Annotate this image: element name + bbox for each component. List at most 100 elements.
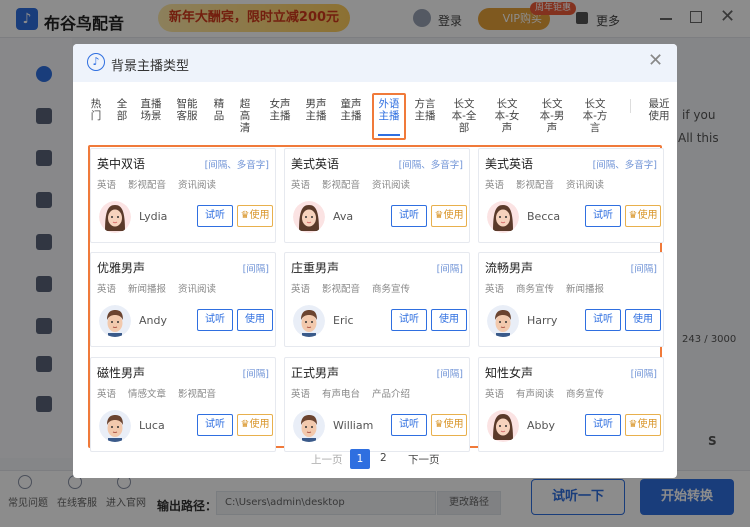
voice-tag: 新闻播报 [566,284,605,295]
use-voice-button[interactable]: 使用 [431,309,467,331]
tab-15[interactable]: 最近使用 [645,98,673,122]
tab-1[interactable]: 全部 [112,98,132,122]
use-voice-button[interactable]: ♛使用 [625,205,661,227]
tab-0[interactable]: 热门 [86,98,106,122]
tab-3[interactable]: 智能客服 [173,98,201,122]
preview-button[interactable]: 试听 [585,414,621,436]
tab-separator [630,99,631,113]
voice-tag: 商务宣传 [372,284,411,295]
voice-style-title: 磁性男声 [97,366,146,380]
tab-13[interactable]: 长文本-男声 [535,98,569,134]
tab-8[interactable]: 童声主播 [337,98,365,122]
voice-tags: 英语 影视配音 资讯阅读 [97,177,228,191]
preview-button[interactable]: 试听 [197,309,233,331]
page-1-button[interactable]: 1 [350,449,370,469]
voice-avatar [99,305,131,337]
voice-card[interactable]: 流畅男声 [间隔] 英语 商务宣传 新闻播报 Harry 试听 使用 [478,252,664,347]
voice-card[interactable]: 美式英语 [间隔、多音字] 英语 影视配音 资讯阅读 Becca 试听 ♛使用 [478,148,664,243]
voice-style-title: 庄重男声 [291,261,340,275]
tab-12[interactable]: 长文本-女声 [490,98,524,134]
voice-tag: 产品介绍 [372,389,411,400]
prev-page-button[interactable]: 上一页 [311,452,343,467]
voice-tag: 英语 [291,180,311,191]
voice-style-title: 优雅男声 [97,261,146,275]
use-voice-button[interactable]: ♛使用 [431,414,467,436]
voice-style-title: 美式英语 [485,157,534,171]
tab-5[interactable]: 超高清 [235,98,255,134]
use-voice-button[interactable]: ♛使用 [625,414,661,436]
voice-style-title: 英中双语 [97,157,146,171]
voice-tag: 影视配音 [322,284,361,295]
voice-tags: 英语 情感文章 影视配音 [97,386,228,400]
tab-11[interactable]: 长文本-全部 [447,98,481,134]
voice-tag: 英语 [97,180,117,191]
voice-name: Abby [527,419,555,432]
voice-tag: 有声电台 [322,389,361,400]
voice-tags: 英语 新闻播报 资讯阅读 [97,281,228,295]
voice-features: [间隔、多音字] [204,160,269,171]
voice-card[interactable]: 知性女声 [间隔] 英语 有声阅读 商务宣传 Abby 试听 ♛使用 [478,357,664,452]
use-voice-button[interactable]: 使用 [625,309,661,331]
use-voice-button[interactable]: ♛使用 [431,205,467,227]
tab-6[interactable]: 女声主播 [266,98,294,122]
voice-name: William [333,419,374,432]
voice-name: Andy [139,314,167,327]
voice-card[interactable]: 美式英语 [间隔、多音字] 英语 影视配音 资讯阅读 Ava 试听 ♛使用 [284,148,470,243]
voice-features: [间隔、多音字] [592,160,657,171]
voice-card[interactable]: 正式男声 [间隔] 英语 有声电台 产品介绍 William 试听 ♛使用 [284,357,470,452]
voice-style-title: 美式英语 [291,157,340,171]
voice-features: [间隔] [242,264,269,275]
use-voice-button[interactable]: ♛使用 [237,205,273,227]
preview-button[interactable]: 试听 [391,205,427,227]
voice-tags: 英语 影视配音 商务宣传 [291,281,422,295]
voice-tag: 英语 [291,389,311,400]
voice-features: [间隔] [630,264,657,275]
voice-avatar [487,410,519,442]
voice-card[interactable]: 优雅男声 [间隔] 英语 新闻播报 资讯阅读 Andy 试听 使用 [90,252,276,347]
voice-features: [间隔] [436,264,463,275]
voice-type-dialog: ♪ 背景主播类型 ✕ 热门 全部 直播场景 智能客服 精品 超高清 女声主播 男声主播 童声主播… [73,44,677,478]
voice-tag: 商务宣传 [516,284,555,295]
voice-card[interactable]: 英中双语 [间隔、多音字] 英语 影视配音 资讯阅读 Lydia 试听 ♛使用 [90,148,276,243]
voice-tags: 英语 影视配音 资讯阅读 [485,177,616,191]
voice-avatar [99,201,131,233]
voice-tag: 英语 [291,284,311,295]
voice-tags: 英语 有声阅读 商务宣传 [485,386,616,400]
voice-style-title: 流畅男声 [485,261,534,275]
voice-name: Luca [139,419,165,432]
tab-14[interactable]: 长文本-方言 [578,98,612,134]
voice-style-title: 知性女声 [485,366,534,380]
page-2-button[interactable]: 2 [380,452,387,464]
close-icon[interactable]: ✕ [648,50,663,71]
voice-tag: 资讯阅读 [178,284,217,295]
next-page-button[interactable]: 下一页 [408,452,440,467]
use-voice-button[interactable]: ♛使用 [237,414,273,436]
preview-button[interactable]: 试听 [391,309,427,331]
voice-tag: 影视配音 [128,180,167,191]
preview-button[interactable]: 试听 [197,414,233,436]
preview-button[interactable]: 试听 [585,309,621,331]
voice-tag: 资讯阅读 [372,180,411,191]
preview-button[interactable]: 试听 [391,414,427,436]
voice-tag: 英语 [485,180,505,191]
tab-4[interactable]: 精品 [209,98,229,122]
use-voice-button[interactable]: 使用 [237,309,273,331]
tab-7[interactable]: 男声主播 [302,98,330,122]
voice-card[interactable]: 庄重男声 [间隔] 英语 影视配音 商务宣传 Eric 试听 使用 [284,252,470,347]
voice-tag: 英语 [97,284,117,295]
preview-button[interactable]: 试听 [197,205,233,227]
voice-avatar [487,305,519,337]
voice-features: [间隔] [436,369,463,380]
dialog-title: 背景主播类型 [111,59,190,74]
voice-avatar [293,201,325,233]
preview-button[interactable]: 试听 [585,205,621,227]
voice-tag: 新闻播报 [128,284,167,295]
voice-card[interactable]: 磁性男声 [间隔] 英语 情感文章 影视配音 Luca 试听 ♛使用 [90,357,276,452]
active-tab-highlight [372,93,406,140]
voice-name: Becca [527,210,561,223]
voice-name: Eric [333,314,354,327]
voice-tag: 英语 [97,389,117,400]
tab-2[interactable]: 直播场景 [137,98,165,122]
music-note-icon: ♪ [87,53,105,71]
tab-10[interactable]: 方言主播 [411,98,439,122]
